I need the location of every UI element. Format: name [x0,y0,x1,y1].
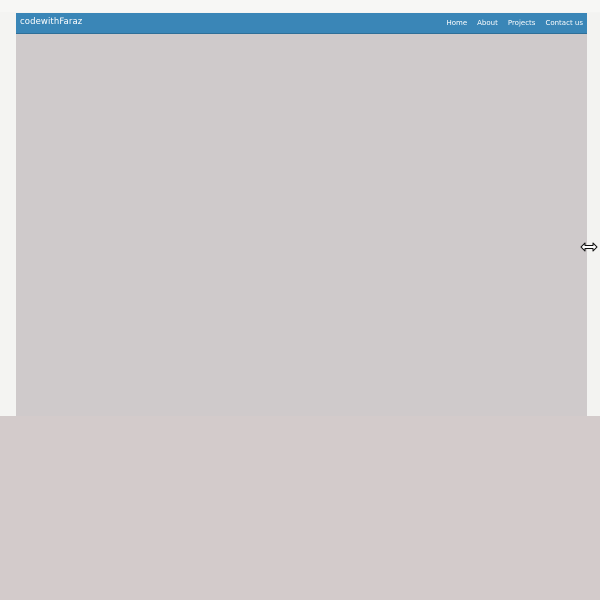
top-margin-strip [0,0,600,12]
right-gutter [587,13,600,416]
nav-links: Home About Projects Contact us [446,18,583,28]
nav-link-home[interactable]: Home [446,18,467,28]
horizontal-resize-cursor-icon [580,242,598,252]
brand-logo-text[interactable]: codewithFaraz [20,17,82,28]
website-preview-frame [16,13,587,416]
nav-link-about[interactable]: About [477,18,498,28]
lower-blank-area [0,416,600,600]
top-navbar: codewithFaraz Home About Projects Contac… [16,13,587,34]
browser-viewport: codewithFaraz Home About Projects Contac… [0,0,600,600]
nav-link-contact-us[interactable]: Contact us [545,18,583,28]
nav-link-projects[interactable]: Projects [508,18,536,28]
